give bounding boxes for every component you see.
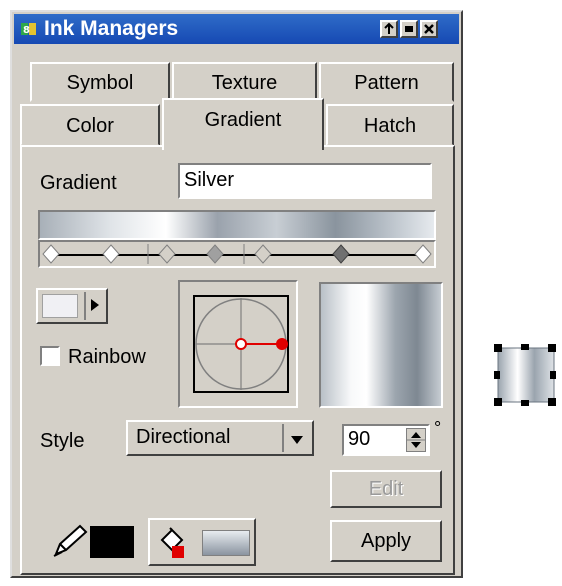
gradient-stop-marker[interactable] [158, 244, 176, 269]
divider [282, 424, 284, 452]
ink-manager-icon: 8 [20, 20, 38, 38]
tab-symbol[interactable]: Symbol [30, 62, 170, 102]
fill-bucket-icon [156, 526, 190, 565]
rainbow-label: Rainbow [68, 346, 146, 368]
fill-mode-button[interactable] [148, 518, 256, 566]
triangle-right-icon [90, 298, 100, 317]
angle-field[interactable]: 90 [342, 424, 430, 456]
gradient-preview-bar [38, 210, 436, 240]
tab-gradient[interactable]: Gradient [162, 98, 324, 150]
chevron-down-icon [290, 432, 304, 450]
tab-texture[interactable]: Texture [172, 62, 317, 102]
gradient-stop-marker[interactable] [206, 244, 224, 269]
direction-control-frame [178, 280, 298, 408]
window-minimize-button[interactable] [400, 20, 418, 38]
window-pin-button[interactable] [380, 20, 398, 38]
gradient-label: Gradient [40, 172, 117, 194]
angle-spinner[interactable] [406, 428, 426, 452]
tab-pattern[interactable]: Pattern [319, 62, 454, 102]
gradient-stops-track[interactable] [38, 240, 436, 268]
stroke-color-swatch[interactable] [90, 526, 134, 558]
style-label: Style [40, 430, 85, 452]
rainbow-checkbox[interactable] [40, 346, 60, 366]
edit-button[interactable]: Edit [330, 470, 442, 508]
angle-value: 90 [348, 428, 371, 450]
gradient-name-field[interactable]: Silver [178, 163, 432, 199]
divider [84, 292, 86, 320]
style-dropdown-value: Directional [136, 426, 231, 448]
fill-gradient-swatch [202, 530, 250, 556]
style-dropdown[interactable]: Directional [126, 420, 314, 456]
tab-color[interactable]: Color [20, 104, 160, 146]
window-close-button[interactable] [420, 20, 438, 38]
stop-color-swatch [42, 294, 78, 318]
tab-hatch[interactable]: Hatch [326, 104, 454, 146]
gradient-stop-marker[interactable] [254, 244, 272, 269]
svg-text:8: 8 [23, 25, 30, 36]
title-bar[interactable]: 8 Ink Managers [14, 14, 459, 44]
gradient-stop-marker[interactable] [42, 244, 60, 269]
window-title: Ink Managers [44, 17, 179, 40]
direction-wheel[interactable] [180, 282, 296, 406]
gradient-stop-marker[interactable] [102, 244, 120, 269]
stop-color-picker-button[interactable] [36, 288, 108, 324]
pen-icon [52, 522, 88, 563]
gradient-preview-swatch [319, 282, 443, 408]
degree-symbol: ° [434, 418, 442, 438]
gradient-stop-marker[interactable] [414, 244, 432, 269]
gradient-stop-marker-selected[interactable] [332, 244, 350, 269]
apply-button[interactable]: Apply [330, 520, 442, 562]
selected-gradient-object[interactable] [492, 342, 558, 408]
